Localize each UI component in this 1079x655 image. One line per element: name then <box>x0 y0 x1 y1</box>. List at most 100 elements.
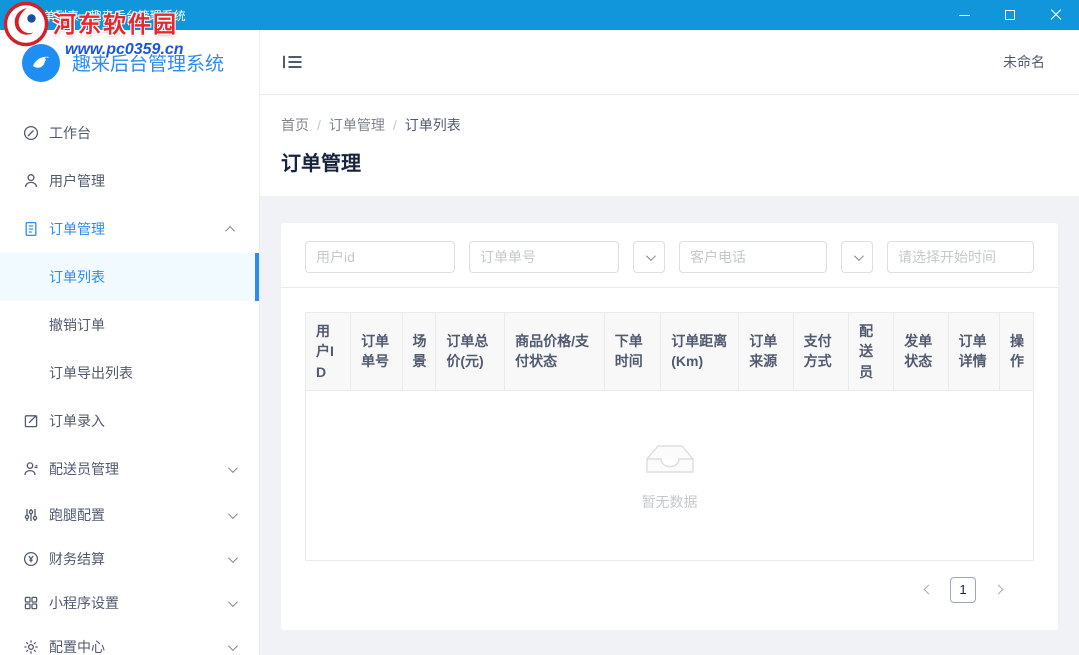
sidebar-item-errand-config[interactable]: 跑腿配置 <box>0 493 259 537</box>
titlebar: 订单列表 - 趣来后台管理系统 <box>0 0 1079 30</box>
sidebar-item-label: 跑腿配置 <box>49 505 228 525</box>
chevron-down-icon <box>645 251 655 261</box>
pagination: 1 <box>305 561 1034 603</box>
column-header-actions: 操作 <box>1000 313 1034 391</box>
app-title: 趣来后台管理系统 <box>72 49 224 76</box>
sidebar-item-order-entry[interactable]: 订单录入 <box>0 397 259 445</box>
sidebar-subitem-label: 撤销订单 <box>49 315 105 335</box>
column-header-order-source: 订单来源 <box>739 313 793 391</box>
phone-type-select[interactable] <box>841 241 873 273</box>
close-icon <box>1050 9 1062 21</box>
sidebar-item-label: 用户管理 <box>49 171 235 191</box>
column-header-dispatch-status: 发单状态 <box>894 313 948 391</box>
sidebar-item-label: 配送员管理 <box>49 459 228 479</box>
sidebar-item-courier-management[interactable]: 配送员管理 <box>0 445 259 493</box>
filter-bar <box>281 223 1058 288</box>
sidebar-item-order-export-list[interactable]: 订单导出列表 <box>0 349 259 397</box>
minimize-button[interactable] <box>941 0 987 30</box>
sidebar-subitem-label: 订单导出列表 <box>49 363 133 383</box>
sidebar-item-label: 财务结算 <box>49 549 228 569</box>
empty-cell: 暂无数据 <box>306 390 1034 560</box>
collapse-sidebar-button[interactable] <box>283 55 302 69</box>
breadcrumb-home[interactable]: 首页 <box>281 115 309 135</box>
order-no-input[interactable] <box>469 241 619 273</box>
window-controls <box>941 0 1079 30</box>
orders-table: 用户ID 订单单号 场景 订单总价(元) 商品价格/支付状态 下单时间 订单距离… <box>305 312 1034 561</box>
customer-phone-input[interactable] <box>679 241 827 273</box>
app-logo-icon <box>22 44 60 82</box>
sidebar-item-label: 订单录入 <box>49 411 235 431</box>
chevron-left-icon <box>923 585 933 595</box>
column-header-courier: 配送员 <box>849 313 894 391</box>
main-area: 未命名 首页 / 订单管理 / 订单列表 订单管理 <box>260 30 1079 655</box>
table-header-row: 用户ID 订单单号 场景 订单总价(元) 商品价格/支付状态 下单时间 订单距离… <box>306 313 1034 391</box>
breadcrumb: 首页 / 订单管理 / 订单列表 <box>281 115 1058 135</box>
window-title: 订单列表 - 趣来后台管理系统 <box>31 7 186 24</box>
grid-icon <box>22 595 39 612</box>
column-header-total-price: 订单总价(元) <box>436 313 505 391</box>
order-no-type-select[interactable] <box>633 241 665 273</box>
finance-icon <box>22 551 39 568</box>
window-app-icon <box>10 8 24 22</box>
column-header-price-pay-status: 商品价格/支付状态 <box>505 313 605 391</box>
chevron-down-icon <box>228 463 238 473</box>
sliders-icon <box>22 507 39 524</box>
user-icon <box>22 173 39 190</box>
pagination-prev-button[interactable] <box>916 578 940 602</box>
empty-row: 暂无数据 <box>306 390 1034 560</box>
order-document-icon <box>22 221 39 238</box>
chevron-right-icon <box>993 585 1003 595</box>
chevron-down-icon <box>853 251 863 261</box>
pagination-next-button[interactable] <box>986 578 1010 602</box>
sidebar-item-finance-settlement[interactable]: 财务结算 <box>0 537 259 581</box>
sidebar-item-cancel-order[interactable]: 撤销订单 <box>0 301 259 349</box>
topbar: 未命名 <box>260 30 1079 95</box>
pagination-page-1[interactable]: 1 <box>950 577 976 603</box>
sidebar: 趣来后台管理系统 工作台 用户管理 <box>0 30 260 655</box>
column-header-order-time: 下单时间 <box>604 313 660 391</box>
start-time-input[interactable] <box>887 241 1034 273</box>
app-window: 订单列表 - 趣来后台管理系统 趣来后台管理系统 工作台 <box>0 0 1079 655</box>
gear-icon <box>22 639 39 655</box>
breadcrumb-separator: / <box>317 117 321 133</box>
column-header-order-no: 订单单号 <box>351 313 402 391</box>
edit-icon <box>22 413 39 430</box>
breadcrumb-order-management[interactable]: 订单管理 <box>329 115 385 135</box>
sidebar-item-workbench[interactable]: 工作台 <box>0 109 259 157</box>
chevron-down-icon <box>228 553 238 563</box>
sidebar-item-miniprogram-settings[interactable]: 小程序设置 <box>0 581 259 625</box>
app-body: 趣来后台管理系统 工作台 用户管理 <box>0 30 1079 655</box>
table-section: 用户ID 订单单号 场景 订单总价(元) 商品价格/支付状态 下单时间 订单距离… <box>281 288 1058 630</box>
empty-state: 暂无数据 <box>306 439 1033 512</box>
sidebar-item-order-list[interactable]: 订单列表 <box>0 253 259 301</box>
page-title: 订单管理 <box>281 147 1058 176</box>
sidebar-item-label: 配置中心 <box>49 637 228 655</box>
order-list-card: 用户ID 订单单号 场景 订单总价(元) 商品价格/支付状态 下单时间 订单距离… <box>281 223 1058 630</box>
breadcrumb-current: 订单列表 <box>405 115 461 135</box>
column-header-distance: 订单距离(Km) <box>661 313 739 391</box>
sidebar-menu: 工作台 用户管理 订单管理 订单列表 <box>0 95 259 655</box>
logo-row: 趣来后台管理系统 <box>0 30 259 95</box>
column-header-scene: 场景 <box>402 313 436 391</box>
user-menu[interactable]: 未命名 <box>1003 52 1045 72</box>
column-header-user-id: 用户ID <box>306 313 351 391</box>
chevron-down-icon <box>228 597 238 607</box>
dashboard-icon <box>22 125 39 142</box>
minimize-icon <box>959 15 970 16</box>
sidebar-item-user-management[interactable]: 用户管理 <box>0 157 259 205</box>
sidebar-subitem-label: 订单列表 <box>49 267 105 287</box>
breadcrumb-separator: / <box>393 117 397 133</box>
empty-text: 暂无数据 <box>642 492 698 512</box>
column-header-pay-method: 支付方式 <box>793 313 848 391</box>
sidebar-item-order-management[interactable]: 订单管理 <box>0 205 259 253</box>
close-button[interactable] <box>1033 0 1079 30</box>
maximize-icon <box>1005 10 1015 20</box>
chevron-down-icon <box>228 509 238 519</box>
sidebar-item-label: 小程序设置 <box>49 593 228 613</box>
empty-inbox-icon <box>638 439 702 480</box>
maximize-button[interactable] <box>987 0 1033 30</box>
chevron-down-icon <box>228 641 238 651</box>
user-id-input[interactable] <box>305 241 455 273</box>
sidebar-item-config-center[interactable]: 配置中心 <box>0 625 259 655</box>
sidebar-item-label: 工作台 <box>49 123 235 143</box>
